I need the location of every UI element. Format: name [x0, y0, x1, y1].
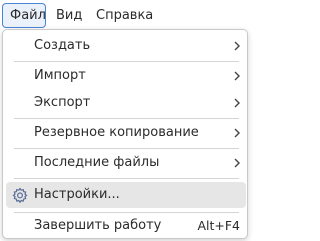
menu-item-label: Завершить работу: [34, 218, 162, 233]
menu-item-label: Последние файлы: [34, 155, 160, 170]
menu-item-settings[interactable]: Настройки...: [6, 182, 246, 208]
menu-item-create[interactable]: Создать: [6, 33, 246, 59]
chevron-right-icon: [234, 158, 240, 168]
menu-item-export[interactable]: Экспорт: [6, 90, 246, 116]
menu-item-import[interactable]: Импорт: [6, 63, 246, 89]
menu-item-exit[interactable]: Завершить работу Alt+F4: [6, 213, 246, 239]
menu-help[interactable]: Справка: [92, 3, 156, 28]
menu-separator: [14, 118, 239, 119]
gear-icon: [12, 187, 28, 203]
menu-view[interactable]: Вид: [52, 3, 88, 28]
menu-separator: [14, 61, 239, 62]
menu-item-label: Настройки...: [34, 187, 120, 202]
menu-item-label: Импорт: [34, 68, 86, 83]
menu-bar: Файл Вид Справка: [0, 0, 251, 32]
file-dropdown-menu: Создать Импорт Экспорт Резервное копиров…: [2, 29, 248, 239]
menu-item-label: Создать: [34, 38, 91, 53]
chevron-right-icon: [234, 41, 240, 51]
menu-item-label: Резервное копирование: [34, 125, 199, 140]
menu-item-backup[interactable]: Резервное копирование: [6, 120, 246, 146]
menu-file[interactable]: Файл: [2, 3, 46, 28]
menu-item-label: Экспорт: [34, 95, 91, 110]
menu-item-recent-files[interactable]: Последние файлы: [6, 150, 246, 176]
menu-separator: [14, 148, 239, 149]
chevron-right-icon: [234, 128, 240, 138]
menu-item-shortcut: Alt+F4: [197, 218, 240, 233]
chevron-right-icon: [234, 71, 240, 81]
chevron-right-icon: [234, 98, 240, 108]
menu-separator: [14, 178, 239, 179]
